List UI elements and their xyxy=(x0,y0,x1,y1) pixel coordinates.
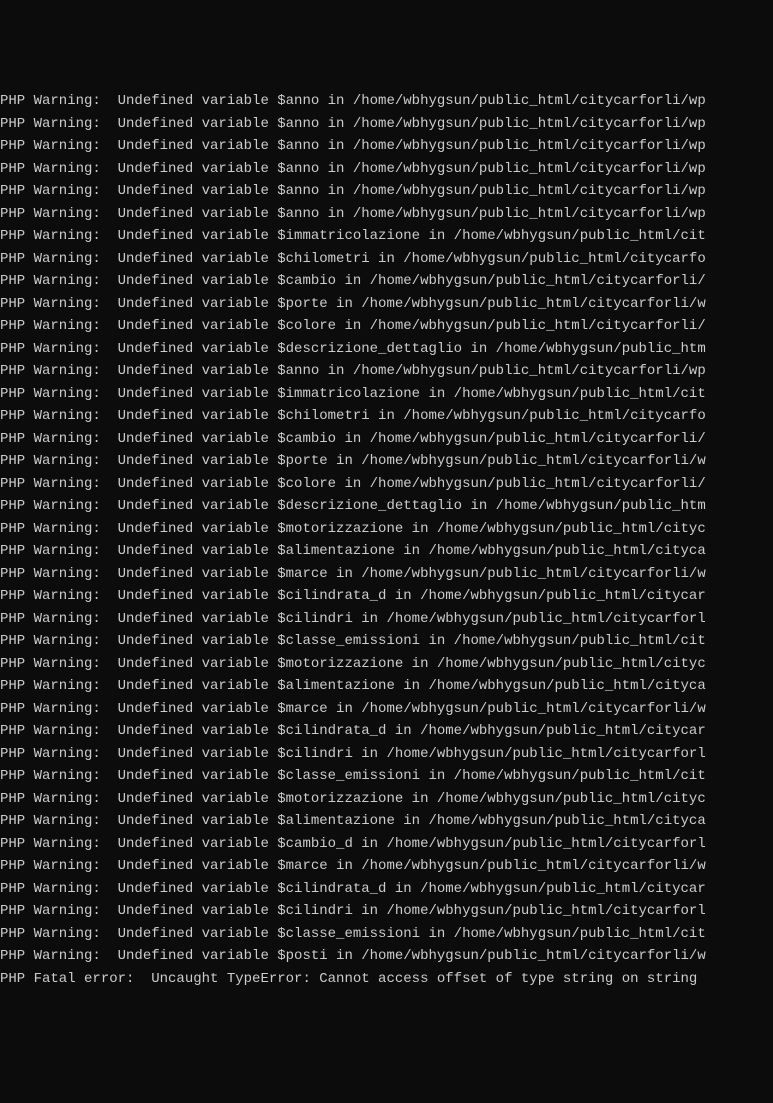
log-line: PHP Warning: Undefined variable $cilindr… xyxy=(0,608,773,631)
log-line: PHP Warning: Undefined variable $classe_… xyxy=(0,630,773,653)
log-line: PHP Warning: Undefined variable $classe_… xyxy=(0,765,773,788)
log-line: PHP Warning: Undefined variable $anno in… xyxy=(0,180,773,203)
log-line: PHP Warning: Undefined variable $anno in… xyxy=(0,203,773,226)
log-line: PHP Warning: Undefined variable $aliment… xyxy=(0,540,773,563)
log-line: PHP Warning: Undefined variable $aliment… xyxy=(0,810,773,833)
log-line: PHP Warning: Undefined variable $descriz… xyxy=(0,338,773,361)
log-line: PHP Warning: Undefined variable $posti i… xyxy=(0,945,773,968)
log-line: PHP Warning: Undefined variable $porte i… xyxy=(0,293,773,316)
log-line: PHP Warning: Undefined variable $cilindr… xyxy=(0,720,773,743)
log-line: PHP Warning: Undefined variable $chilome… xyxy=(0,405,773,428)
terminal-output: PHP Warning: Undefined variable $anno in… xyxy=(0,90,773,990)
log-line: PHP Warning: Undefined variable $cilindr… xyxy=(0,743,773,766)
log-line: PHP Warning: Undefined variable $marce i… xyxy=(0,563,773,586)
log-line: PHP Warning: Undefined variable $anno in… xyxy=(0,360,773,383)
log-line: PHP Warning: Undefined variable $immatri… xyxy=(0,383,773,406)
log-line: PHP Warning: Undefined variable $anno in… xyxy=(0,90,773,113)
log-line: PHP Warning: Undefined variable $marce i… xyxy=(0,855,773,878)
log-line: PHP Warning: Undefined variable $motoriz… xyxy=(0,653,773,676)
log-line: PHP Warning: Undefined variable $cilindr… xyxy=(0,585,773,608)
log-line: PHP Warning: Undefined variable $cambio … xyxy=(0,428,773,451)
log-line: PHP Warning: Undefined variable $aliment… xyxy=(0,675,773,698)
log-line: PHP Warning: Undefined variable $motoriz… xyxy=(0,788,773,811)
log-line: PHP Warning: Undefined variable $cambio … xyxy=(0,270,773,293)
log-line: PHP Warning: Undefined variable $immatri… xyxy=(0,225,773,248)
log-line: PHP Warning: Undefined variable $anno in… xyxy=(0,158,773,181)
log-line: PHP Warning: Undefined variable $classe_… xyxy=(0,923,773,946)
log-line: PHP Warning: Undefined variable $cilindr… xyxy=(0,878,773,901)
log-line: PHP Warning: Undefined variable $colore … xyxy=(0,315,773,338)
log-line: PHP Warning: Undefined variable $anno in… xyxy=(0,113,773,136)
log-line: PHP Warning: Undefined variable $marce i… xyxy=(0,698,773,721)
log-line: PHP Warning: Undefined variable $cilindr… xyxy=(0,900,773,923)
log-line: PHP Warning: Undefined variable $porte i… xyxy=(0,450,773,473)
log-line: PHP Warning: Undefined variable $anno in… xyxy=(0,135,773,158)
log-line: PHP Warning: Undefined variable $descriz… xyxy=(0,495,773,518)
log-line: PHP Warning: Undefined variable $cambio_… xyxy=(0,833,773,856)
log-line: PHP Fatal error: Uncaught TypeError: Can… xyxy=(0,968,773,991)
log-line: PHP Warning: Undefined variable $chilome… xyxy=(0,248,773,271)
log-line: PHP Warning: Undefined variable $colore … xyxy=(0,473,773,496)
log-line: PHP Warning: Undefined variable $motoriz… xyxy=(0,518,773,541)
